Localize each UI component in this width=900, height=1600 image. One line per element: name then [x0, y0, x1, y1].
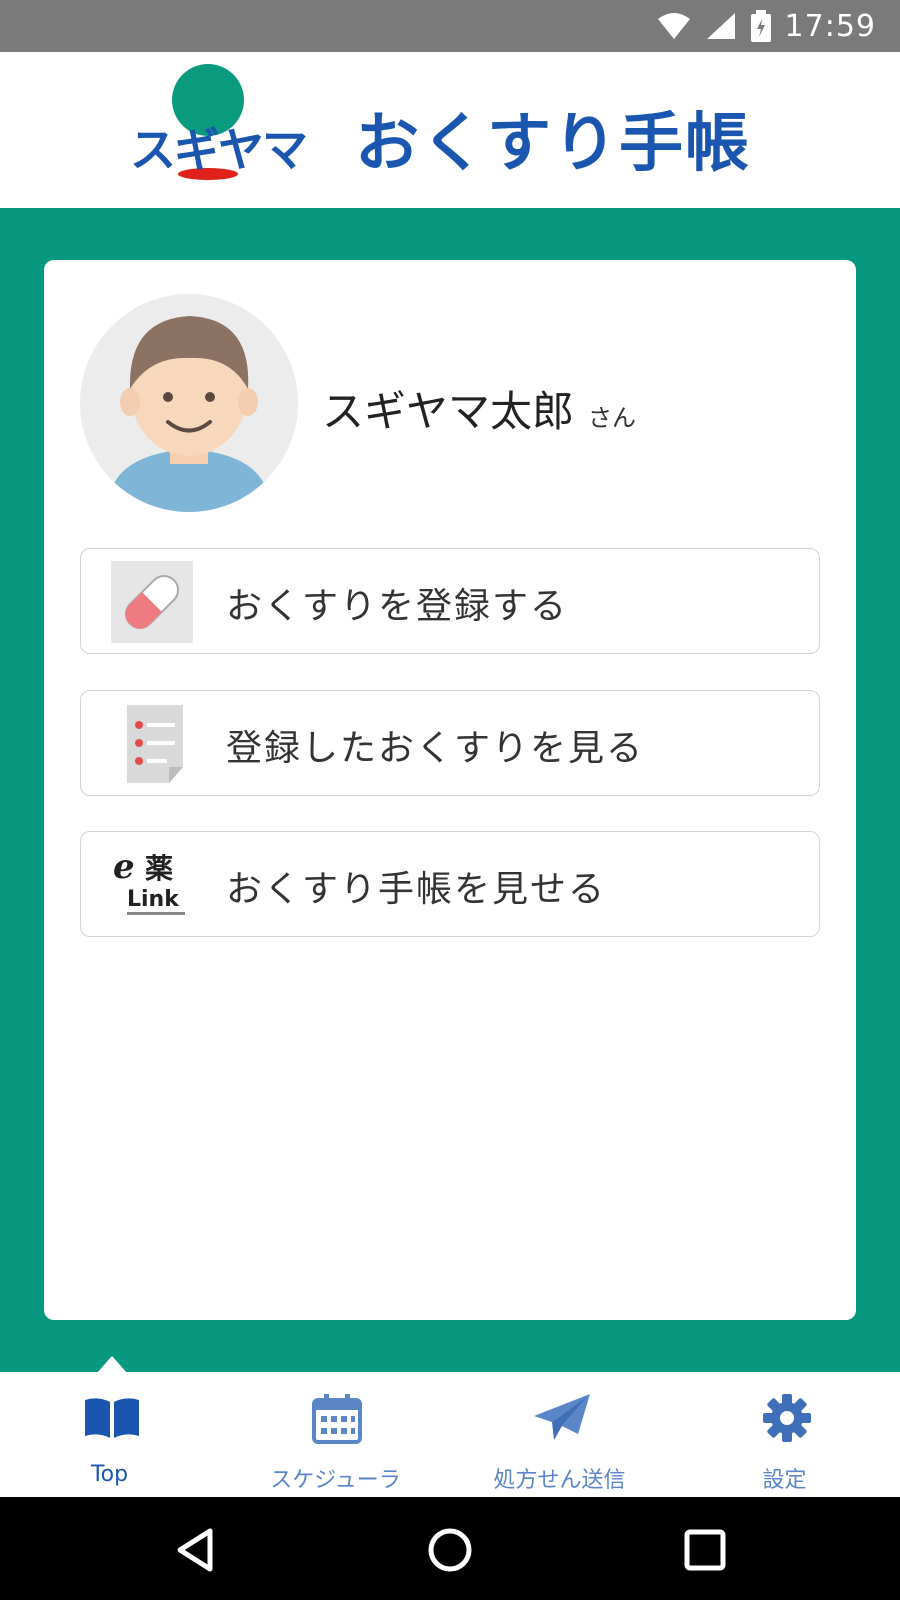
status-time: 17:59 [784, 8, 876, 44]
svg-text:e: e [113, 847, 135, 887]
user-honorific: さん [588, 404, 637, 432]
signal-icon [706, 13, 735, 39]
tab-settings-label: 設定 [762, 1468, 807, 1493]
tab-top-label: Top [90, 1462, 129, 1487]
svg-text:薬: 薬 [145, 852, 173, 885]
avatar[interactable] [80, 294, 298, 512]
battery-icon [750, 10, 771, 42]
view-registered-medicine-label: 登録したおくすりを見る [226, 728, 645, 769]
tab-scheduler-label: スケジューラ [270, 1468, 401, 1493]
sugiyama-logo: スギヤマ [128, 60, 308, 190]
register-medicine-button[interactable]: おくすりを登録する [80, 548, 820, 654]
view-registered-medicine-button[interactable]: 登録したおくすりを見る [80, 690, 820, 796]
app-title: おくすり手帳 [355, 107, 751, 181]
system-nav-bar [0, 1497, 900, 1600]
show-medicine-notebook-button[interactable]: e 薬 Link おくすり手帳を見せる [80, 831, 820, 937]
home-icon[interactable] [425, 1525, 475, 1575]
tab-top[interactable]: Top [0, 1372, 225, 1497]
tab-settings[interactable]: 設定 [675, 1372, 900, 1497]
user-name-row: スギヤマ太郎 さん [322, 378, 636, 439]
book-icon [85, 1398, 139, 1438]
back-icon[interactable] [172, 1525, 222, 1575]
e-kusuri-link-logo: e 薬 Link [111, 844, 193, 926]
gear-icon [763, 1394, 811, 1442]
pill-icon [111, 561, 193, 643]
user-name: スギヤマ太郎 [322, 387, 575, 436]
show-medicine-notebook-label: おくすり手帳を見せる [226, 869, 607, 910]
logo-text: スギヤマ [130, 123, 308, 177]
tab-prescription-send[interactable]: 処方せん送信 [450, 1372, 675, 1497]
checklist-icon [111, 703, 193, 785]
tab-scheduler[interactable]: スケジューラ [225, 1372, 450, 1497]
register-medicine-label: おくすりを登録する [226, 586, 569, 627]
bottom-navigation: Top スケジューラ 処方せん送信 設定 [0, 1372, 900, 1497]
wifi-icon [657, 13, 690, 39]
svg-text:Link: Link [127, 887, 180, 912]
tab-prescription-send-label: 処方せん送信 [493, 1468, 626, 1493]
recents-icon[interactable] [680, 1525, 730, 1575]
paper-plane-icon [534, 1394, 590, 1440]
app-header: スギヤマ おくすり手帳 [0, 52, 900, 208]
status-bar: 17:59 [0, 0, 900, 52]
calendar-icon [312, 1394, 362, 1444]
